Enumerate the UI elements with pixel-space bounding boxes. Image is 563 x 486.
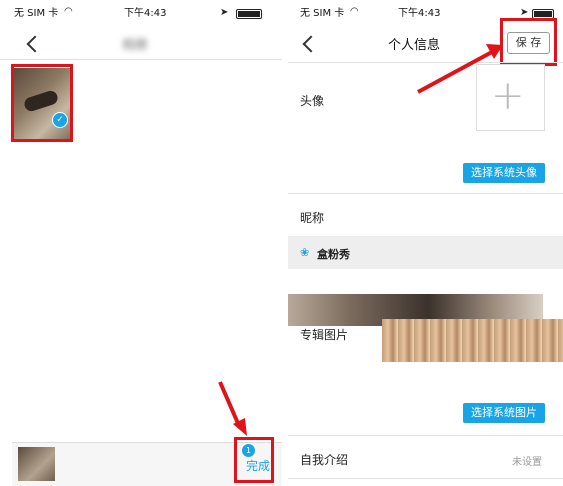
arrow-to-done [218,381,247,436]
annotation-arrows [218,44,503,436]
arrow-to-save [417,44,503,94]
